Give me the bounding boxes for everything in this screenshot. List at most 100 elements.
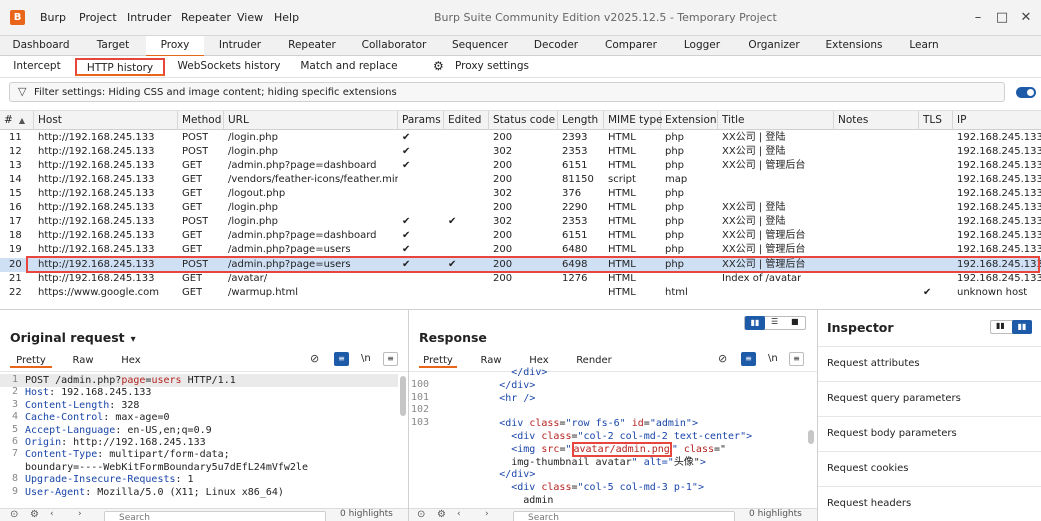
request-tab-pretty[interactable]: Pretty	[10, 354, 52, 368]
tab-dashboard[interactable]: Dashboard	[6, 36, 76, 56]
subtab-proxy-settings[interactable]: Proxy settings	[452, 58, 532, 76]
col-url[interactable]: URL	[224, 111, 398, 130]
inspector-request-headers[interactable]: Request headers	[827, 498, 911, 509]
request-panel-title[interactable]: Original request ▾	[10, 330, 136, 345]
response-search-input[interactable]	[513, 511, 735, 521]
tab-collaborator[interactable]: Collaborator	[356, 36, 432, 56]
tab-logger[interactable]: Logger	[676, 36, 728, 56]
settings-icon[interactable]: ⚙	[30, 509, 39, 520]
menu-help[interactable]: Help	[274, 11, 299, 24]
subtab-match-and-replace[interactable]: Match and replace	[298, 58, 400, 76]
tab-sequencer[interactable]: Sequencer	[446, 36, 514, 56]
response-editor[interactable]: </div> 100 </div> 101 <hr /> 102 103 <div cl…	[409, 366, 806, 503]
col-tls[interactable]: TLS	[919, 111, 953, 130]
inspector-request-body-parameters[interactable]: Request body parameters	[827, 428, 957, 439]
menu-project[interactable]: Project	[79, 11, 117, 24]
cell-mime: HTML	[608, 146, 636, 157]
col-status-code[interactable]: Status code	[489, 111, 558, 130]
menu-view[interactable]: View	[237, 11, 263, 24]
table-row[interactable]: 14 http://192.168.245.133 GET /vendors/f…	[0, 173, 1041, 187]
tab-comparer[interactable]: Comparer	[598, 36, 664, 56]
back-icon[interactable]: ‹	[50, 509, 54, 519]
col-notes[interactable]: Notes	[834, 111, 919, 130]
menu-burp[interactable]: Burp	[40, 11, 66, 24]
subtab-http-history[interactable]: HTTP history	[75, 58, 165, 76]
tab-decoder[interactable]: Decoder	[528, 36, 584, 56]
col-extension[interactable]: Extension	[661, 111, 718, 130]
request-scrollbar[interactable]	[400, 376, 406, 416]
tab-repeater[interactable]: Repeater	[280, 36, 344, 56]
newline-toggle-icon[interactable]: \n	[361, 353, 371, 364]
layout-single-icon[interactable]: ■	[791, 317, 799, 326]
inspector-left-icon[interactable]: ▮▮	[996, 321, 1005, 330]
col-title[interactable]: Title	[718, 111, 834, 130]
minimize-icon[interactable]: –	[968, 8, 988, 28]
settings-icon[interactable]: ⚙	[437, 509, 446, 520]
inspector-right-icon[interactable]: ▮▮	[1012, 320, 1032, 334]
inspector-request-attributes[interactable]: Request attributes	[827, 358, 920, 369]
table-row[interactable]: 17 http://192.168.245.133 POST /login.ph…	[0, 215, 1041, 229]
menu-icon[interactable]: ≡	[789, 352, 804, 366]
subtab-intercept[interactable]: Intercept	[8, 58, 66, 76]
maximize-icon[interactable]: □	[992, 8, 1012, 28]
pretty-format-icon[interactable]: ≡	[334, 352, 349, 366]
table-row[interactable]: 18 http://192.168.245.133 GET /admin.php…	[0, 229, 1041, 243]
newline-toggle-icon[interactable]: \n	[768, 353, 778, 364]
table-row[interactable]: 21 http://192.168.245.133 GET /avatar/ 2…	[0, 272, 1041, 286]
gear-icon[interactable]: ⚙	[433, 59, 444, 73]
help-icon[interactable]: ⊙	[10, 509, 18, 520]
table-row[interactable]: 12 http://192.168.245.133 POST /login.ph…	[0, 145, 1041, 159]
cell-mime: HTML	[608, 188, 636, 199]
filter-toggle[interactable]	[1016, 87, 1036, 98]
col-ip[interactable]: IP	[953, 111, 1041, 130]
menu-intruder[interactable]: Intruder	[127, 11, 171, 24]
back-icon[interactable]: ‹	[457, 509, 461, 519]
layout-rows-icon[interactable]: ☰	[771, 317, 778, 326]
request-editor[interactable]: 1 POST /admin.php?page=users HTTP/1.1 2 Hos…	[0, 374, 398, 502]
table-row[interactable]: 13 http://192.168.245.133 GET /admin.php…	[0, 159, 1041, 173]
table-row[interactable]: 19 http://192.168.245.133 GET /admin.php…	[0, 243, 1041, 257]
pretty-format-icon[interactable]: ≡	[741, 352, 756, 366]
eye-off-icon[interactable]: ⊘	[718, 352, 727, 365]
col-params[interactable]: Params	[398, 111, 444, 130]
layout-toggle[interactable]: ▮▮ ☰ ■	[744, 316, 806, 330]
col-length[interactable]: Length	[558, 111, 604, 130]
close-icon[interactable]: ✕	[1016, 8, 1036, 28]
forward-icon[interactable]: ›	[485, 509, 489, 519]
tab-proxy[interactable]: Proxy	[146, 36, 204, 57]
help-icon[interactable]: ⊙	[417, 509, 425, 520]
cell-edited	[444, 145, 448, 159]
table-row[interactable]: 16 http://192.168.245.133 GET /login.php…	[0, 201, 1041, 215]
eye-off-icon[interactable]: ⊘	[310, 352, 319, 365]
filter-bar[interactable]: ▽ Filter settings: Hiding CSS and image …	[9, 82, 1005, 102]
tab-extensions[interactable]: Extensions	[820, 36, 888, 56]
line-number: 103	[410, 417, 429, 429]
request-tab-hex[interactable]: Hex	[114, 354, 148, 368]
tab-target[interactable]: Target	[82, 36, 144, 56]
request-search-input[interactable]	[104, 511, 326, 521]
response-scrollbar[interactable]	[808, 430, 814, 444]
inspector-request-query-parameters[interactable]: Request query parameters	[827, 393, 961, 404]
menu-repeater[interactable]: Repeater	[181, 11, 231, 24]
layout-columns-icon[interactable]: ▮▮	[745, 316, 765, 330]
response-line: admin	[409, 494, 806, 503]
subtab-websockets-history[interactable]: WebSockets history	[176, 58, 282, 76]
inspector-layout-toggle[interactable]: ▮▮ ▮▮	[990, 320, 1032, 334]
table-row[interactable]: 22 https://www.google.com GET /warmup.ht…	[0, 286, 1041, 300]
tab-organizer[interactable]: Organizer	[742, 36, 806, 56]
col-host[interactable]: Host	[34, 111, 178, 130]
col-method[interactable]: Method	[178, 111, 224, 130]
col-mime-type[interactable]: MIME type	[604, 111, 663, 130]
menu-icon[interactable]: ≡	[383, 352, 398, 366]
table-row[interactable]: 15 http://192.168.245.133 GET /logout.ph…	[0, 187, 1041, 201]
table-row[interactable]: 11 http://192.168.245.133 POST /login.ph…	[0, 131, 1041, 145]
cell-edited	[444, 272, 448, 286]
col-edited[interactable]: Edited	[444, 111, 489, 130]
cell-mime: HTML	[608, 202, 636, 213]
tab-learn[interactable]: Learn	[902, 36, 946, 56]
col-number[interactable]: # ▲	[0, 111, 34, 130]
request-tab-raw[interactable]: Raw	[66, 354, 100, 368]
inspector-request-cookies[interactable]: Request cookies	[827, 463, 908, 474]
tab-intruder[interactable]: Intruder	[210, 36, 270, 56]
forward-icon[interactable]: ›	[78, 509, 82, 519]
